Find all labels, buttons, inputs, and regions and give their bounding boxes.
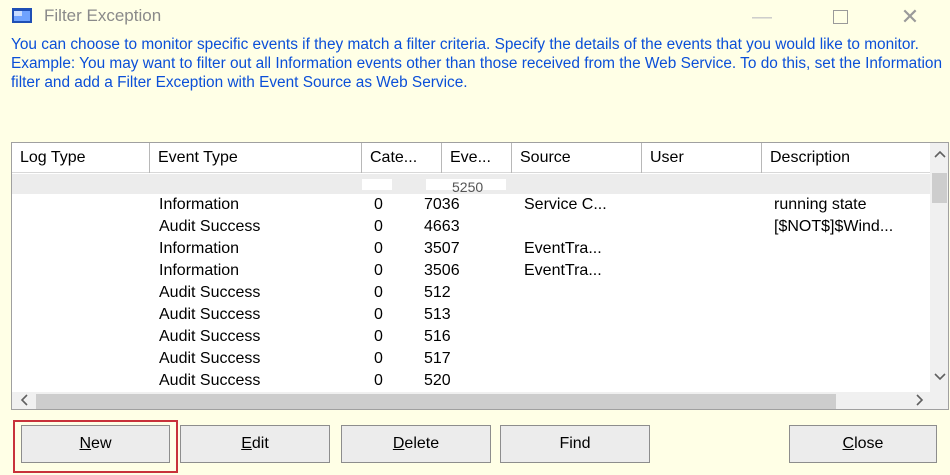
- source-cell: [524, 282, 644, 304]
- source-cell: EventTra...: [524, 240, 602, 257]
- event-type-cell: Audit Success: [159, 328, 261, 345]
- event-type-cell: Information: [159, 262, 240, 279]
- horizontal-scroll-thumb[interactable]: [36, 394, 836, 409]
- delete-button-label: elete: [404, 435, 440, 452]
- edit-button[interactable]: Edit: [180, 425, 330, 463]
- delete-button[interactable]: Delete: [341, 425, 491, 463]
- user-cell: [654, 282, 754, 304]
- close-icon[interactable]: ✕: [890, 4, 930, 30]
- table-row[interactable]: Audit Success 0 513: [12, 304, 930, 326]
- description-cell: running state: [774, 196, 867, 213]
- scroll-right-icon[interactable]: [910, 392, 929, 409]
- table-row[interactable]: Audit Success 0 520: [12, 370, 930, 392]
- table-row-selected[interactable]: 5250: [12, 174, 930, 194]
- find-button-label: Find: [559, 435, 591, 452]
- table-row[interactable]: Information 0 7036 Service C... running stat…: [12, 194, 930, 216]
- user-cell: [654, 370, 754, 392]
- window-title: Filter Exception: [44, 6, 162, 25]
- maximize-icon[interactable]: [820, 4, 860, 30]
- column-header-log-type[interactable]: Log Type: [12, 143, 150, 173]
- column-header-description[interactable]: Description: [762, 143, 930, 173]
- list-body: 5250 Information 0 7036 Service C... running…: [12, 174, 930, 392]
- user-cell: [654, 326, 754, 348]
- user-cell: [654, 238, 754, 260]
- event-id-cell: 520: [424, 372, 451, 389]
- event-type-cell: Audit Success: [159, 218, 261, 235]
- partial-row-text: 5250: [452, 179, 484, 195]
- column-header-category[interactable]: Cate...: [362, 143, 442, 173]
- user-cell: [654, 216, 754, 238]
- column-header-event-type[interactable]: Event Type: [150, 143, 362, 173]
- edit-button-mnemonic: E: [241, 435, 252, 452]
- vertical-scroll-thumb[interactable]: [932, 173, 947, 203]
- table-row[interactable]: Audit Success 0 512: [12, 282, 930, 304]
- description-cell: [774, 238, 930, 260]
- event-type-cell: Audit Success: [159, 372, 261, 389]
- event-id-cell: 516: [424, 328, 451, 345]
- source-cell: [524, 370, 644, 392]
- event-id-cell: 7036: [424, 196, 460, 213]
- vertical-scrollbar[interactable]: [930, 143, 948, 392]
- description-cell: [774, 370, 930, 392]
- column-header-source[interactable]: Source: [512, 143, 642, 173]
- event-list[interactable]: Log Type Event Type Cate... Eve... Sourc…: [11, 142, 949, 410]
- event-type-cell: Audit Success: [159, 306, 261, 323]
- close-button-label: lose: [854, 435, 884, 452]
- event-id-cell: 3506: [424, 262, 460, 279]
- event-id-cell: 4663: [424, 218, 460, 235]
- description-cell: [774, 348, 930, 370]
- title-bar: Filter Exception — ✕: [0, 0, 950, 34]
- scroll-down-icon[interactable]: [930, 368, 948, 386]
- list-header: Log Type Event Type Cate... Eve... Sourc…: [12, 143, 930, 173]
- source-cell: EventTra...: [524, 262, 602, 279]
- column-header-user[interactable]: User: [642, 143, 762, 173]
- close-button-mnemonic: C: [842, 435, 855, 452]
- new-button-mnemonic: N: [79, 435, 92, 452]
- new-button[interactable]: New: [21, 425, 170, 463]
- scroll-up-icon[interactable]: [930, 145, 948, 163]
- source-cell: [524, 304, 644, 326]
- user-cell: [654, 348, 754, 370]
- event-type-cell: Information: [159, 240, 240, 257]
- event-id-cell: 512: [424, 284, 451, 301]
- user-cell: [654, 304, 754, 326]
- scrollbar-corner: [930, 392, 948, 409]
- horizontal-scrollbar[interactable]: [12, 392, 948, 409]
- description-cell: [774, 304, 930, 326]
- app-window-icon: [12, 8, 32, 23]
- source-cell: [524, 326, 644, 348]
- table-row[interactable]: Audit Success 0 4663 [$NOT$]$Wind...: [12, 216, 930, 238]
- table-row[interactable]: Information 0 3506 EventTra...: [12, 260, 930, 282]
- event-type-cell: Audit Success: [159, 284, 261, 301]
- event-id-cell: 3507: [424, 240, 460, 257]
- minimize-icon[interactable]: —: [742, 4, 782, 30]
- source-cell: [524, 216, 644, 238]
- instruction-text: You can choose to monitor specific event…: [11, 36, 943, 91]
- delete-button-mnemonic: D: [392, 435, 405, 452]
- edit-button-label: dit: [251, 435, 269, 452]
- new-button-label: ew: [91, 435, 112, 452]
- source-cell: Service C...: [524, 196, 607, 213]
- user-cell: [654, 260, 754, 282]
- scroll-left-icon[interactable]: [14, 392, 33, 409]
- column-header-event-id[interactable]: Eve...: [442, 143, 512, 173]
- close-button[interactable]: Close: [789, 425, 937, 463]
- description-cell: [774, 326, 930, 348]
- table-row[interactable]: Information 0 3507 EventTra...: [12, 238, 930, 260]
- event-id-cell: 517: [424, 350, 451, 367]
- user-cell: [654, 194, 754, 216]
- description-cell: [774, 260, 930, 282]
- source-cell: [524, 348, 644, 370]
- event-id-cell: 513: [424, 306, 451, 323]
- description-cell: [$NOT$]$Wind...: [774, 218, 894, 235]
- description-cell: [774, 282, 930, 304]
- find-button[interactable]: Find: [500, 425, 650, 463]
- table-row[interactable]: Audit Success 0 516: [12, 326, 930, 348]
- event-type-cell: Information: [159, 196, 240, 213]
- table-row[interactable]: Audit Success 0 517: [12, 348, 930, 370]
- event-type-cell: Audit Success: [159, 350, 261, 367]
